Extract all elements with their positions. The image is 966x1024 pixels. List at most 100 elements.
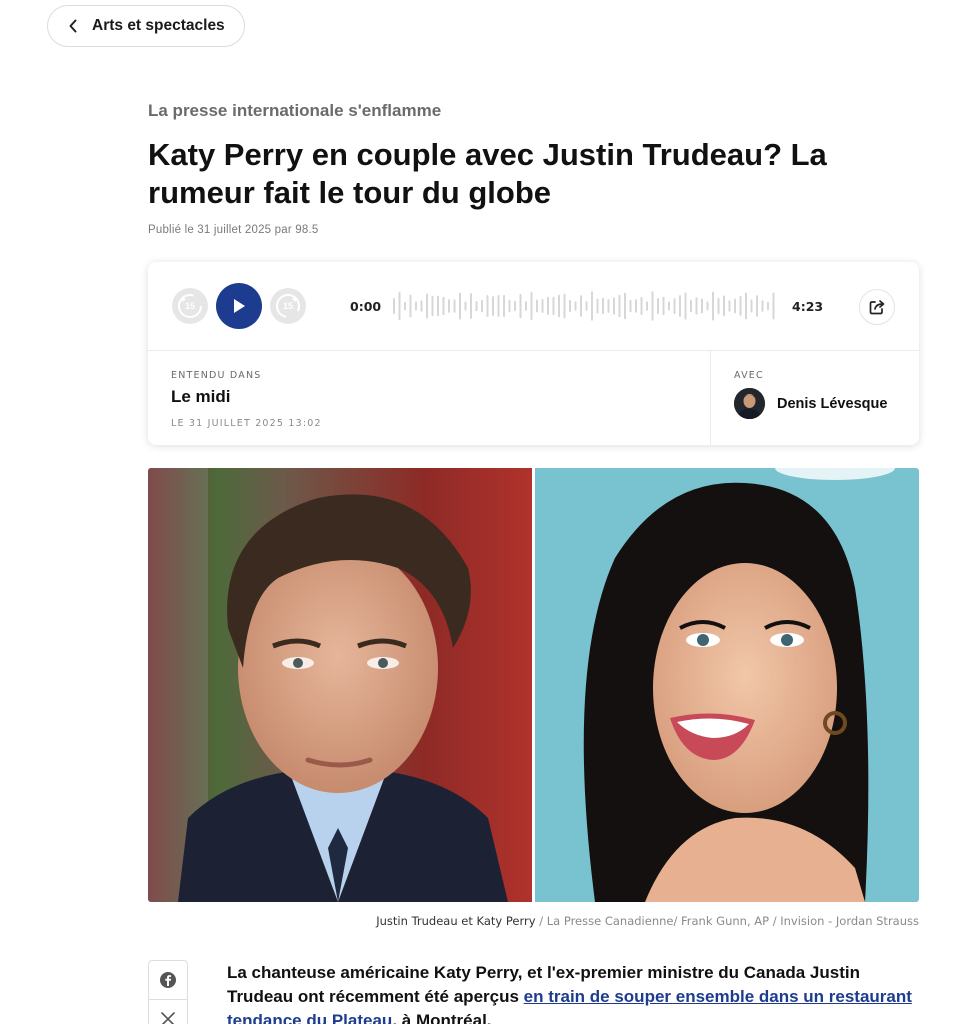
skip-back-button[interactable]: 15 xyxy=(172,288,208,324)
waveform-bar xyxy=(547,296,549,315)
waveform-bar xyxy=(580,295,582,317)
waveform-bar xyxy=(695,297,698,315)
skip-back-seconds: 15 xyxy=(184,301,195,311)
skip-forward-button[interactable]: 15 xyxy=(270,288,306,324)
share-button[interactable] xyxy=(859,289,895,325)
waveform-bar xyxy=(613,297,615,315)
waveform-bar xyxy=(596,298,599,314)
waveform-bar xyxy=(624,292,626,320)
waveform-bar xyxy=(690,299,692,313)
host-name-link[interactable]: Denis Lévesque xyxy=(777,396,887,412)
photo-katy-perry xyxy=(535,468,919,902)
waveform-bar xyxy=(761,300,764,312)
waveform-bar xyxy=(629,299,632,313)
waveform-bar xyxy=(574,301,577,311)
waveform-bar xyxy=(536,299,538,313)
waveform-bar xyxy=(530,292,533,320)
back-to-section-button[interactable]: Arts et spectacles xyxy=(47,5,245,47)
total-duration: 4:23 xyxy=(792,299,824,314)
waveform-bar xyxy=(442,296,445,316)
waveform-bar xyxy=(393,298,395,314)
article-photo xyxy=(148,468,919,902)
skip-forward-seconds: 15 xyxy=(282,301,293,311)
waveform-bar xyxy=(712,291,714,321)
waveform-bar xyxy=(426,293,428,319)
x-icon xyxy=(161,1011,175,1024)
play-icon xyxy=(234,299,245,313)
waveform-bar xyxy=(717,297,720,315)
waveform-bar xyxy=(739,296,742,316)
player-controls: 15 15 0:00 4:23 xyxy=(148,262,919,351)
social-share-bar xyxy=(148,960,188,1024)
waveform-bar xyxy=(409,294,412,318)
host-avatar xyxy=(734,388,765,419)
play-button[interactable] xyxy=(216,283,262,329)
waveform-bar xyxy=(431,295,434,317)
waveform-bar xyxy=(640,296,643,316)
waveform-bar xyxy=(552,296,555,316)
waveform-bar xyxy=(607,299,610,313)
waveform-bar xyxy=(684,292,687,320)
waveform-bar xyxy=(723,295,725,317)
waveform-bar xyxy=(464,301,467,311)
waveform-bar xyxy=(420,300,423,312)
waveform-bar xyxy=(662,296,665,316)
article-lead: La chanteuse américaine Katy Perry, et l… xyxy=(227,961,917,1024)
photo-justin-trudeau xyxy=(148,468,532,902)
waveform-bar xyxy=(448,299,450,313)
photo-caption: Justin Trudeau et Katy Perry / La Presse… xyxy=(376,914,919,928)
waveform-bar xyxy=(563,293,566,319)
waveform-bar xyxy=(497,295,500,317)
waveform-bar xyxy=(646,301,648,311)
waveform-bar xyxy=(492,296,494,316)
waveform-bar xyxy=(519,293,522,319)
show-name-link[interactable]: Le midi xyxy=(171,387,231,407)
waveform-bar xyxy=(404,301,406,311)
chevron-left-icon xyxy=(68,19,80,33)
waveform-bar xyxy=(651,291,654,321)
caption-people: Justin Trudeau et Katy Perry xyxy=(376,914,536,928)
waveform-bar xyxy=(415,301,417,311)
waveform-bar xyxy=(756,295,758,317)
waveform-bar xyxy=(750,299,753,313)
waveform-bar xyxy=(459,292,461,320)
current-time: 0:00 xyxy=(350,299,382,314)
air-date: LE 31 JUILLET 2025 13:02 xyxy=(171,418,322,429)
waveform-bar xyxy=(508,299,511,313)
article-title: Katy Perry en couple avec Justin Trudeau… xyxy=(148,137,827,210)
waveform-bar xyxy=(475,300,478,312)
audio-waveform[interactable] xyxy=(392,288,777,324)
waveform-bar xyxy=(525,301,527,311)
waveform-bar xyxy=(745,292,747,320)
waveform-bar xyxy=(470,293,472,319)
waveform-bar xyxy=(668,301,670,311)
waveform-bar xyxy=(481,299,483,313)
waveform-bar xyxy=(541,298,544,313)
waveform-bar xyxy=(701,298,703,314)
waveform-bar xyxy=(679,295,681,317)
lead-text-after: , à Montréal. xyxy=(392,1011,492,1024)
waveform-bar xyxy=(591,291,593,321)
x-share-button[interactable] xyxy=(149,999,187,1024)
waveform-bar xyxy=(772,292,775,320)
waveform-bar xyxy=(618,294,621,318)
waveform-bar xyxy=(453,299,456,313)
waveform-bar xyxy=(585,301,588,311)
waveform-bar xyxy=(486,295,489,317)
facebook-icon xyxy=(160,972,176,988)
waveform-bar xyxy=(635,299,637,313)
waveform-bar xyxy=(398,291,401,321)
with-label: AVEC xyxy=(734,370,764,381)
facebook-share-button[interactable] xyxy=(149,961,187,999)
back-button-label: Arts et spectacles xyxy=(92,17,225,34)
heard-in-label: ENTENDU DANS xyxy=(171,370,262,381)
article-kicker: La presse internationale s'enflamme xyxy=(148,101,442,120)
waveform-bar xyxy=(673,298,676,314)
caption-credit: / La Presse Canadienne/ Frank Gunn, AP /… xyxy=(535,914,919,928)
article-byline: Publié le 31 juillet 2025 par 98.5 xyxy=(148,224,319,236)
heard-in-section: ENTENDU DANS Le midi LE 31 JUILLET 2025 … xyxy=(148,351,711,445)
waveform-bar xyxy=(602,297,604,315)
waveform-bar xyxy=(569,299,571,313)
waveform-bar xyxy=(706,301,709,311)
waveform-bar xyxy=(734,298,736,314)
